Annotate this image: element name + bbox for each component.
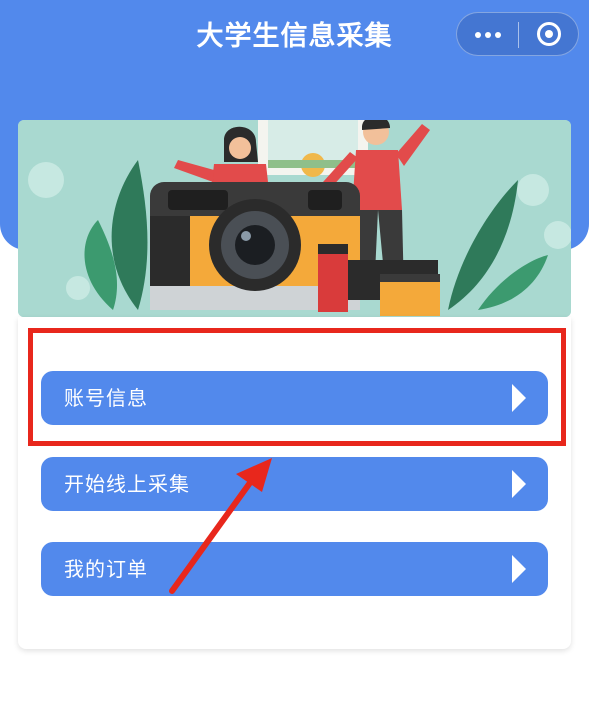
more-dots-icon[interactable] — [457, 13, 518, 55]
camera-illustration — [18, 120, 571, 317]
chevron-right-icon — [512, 470, 526, 498]
banner-illustration — [18, 120, 571, 317]
menu-item-my-orders[interactable]: 我的订单 — [41, 542, 548, 596]
menu-item-label: 我的订单 — [64, 557, 148, 581]
chevron-right-icon — [512, 555, 526, 583]
close-miniprogram-icon[interactable] — [519, 13, 579, 55]
miniprogram-capsule — [456, 12, 579, 56]
menu-item-label: 开始线上采集 — [64, 472, 190, 496]
menu-item-start-collection[interactable]: 开始线上采集 — [41, 457, 548, 511]
annotation-highlight-box — [28, 328, 566, 446]
